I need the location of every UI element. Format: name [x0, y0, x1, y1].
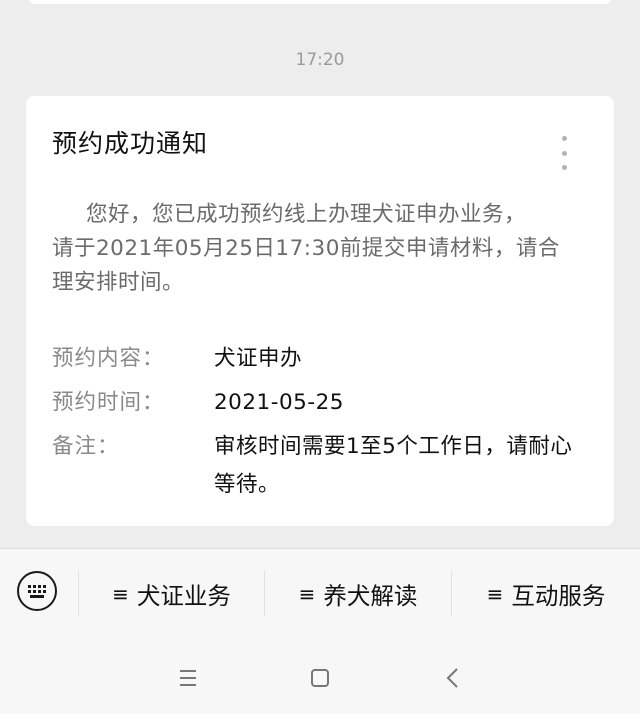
- detail-row-content: 预约内容： 犬证申办: [52, 340, 592, 384]
- detail-value: 2021-05-25: [214, 390, 344, 415]
- detail-value: 审核时间需要1至5个工作日，请耐心等待。: [214, 434, 573, 497]
- detail-row-remark: 备注： 审核时间需要1至5个工作日，请耐心等待。: [52, 428, 592, 497]
- detail-row-time: 预约时间： 2021-05-25: [52, 384, 592, 428]
- card-title: 预约成功通知: [52, 129, 209, 158]
- body-line-1: 您好，您已成功预约线上办理犬证申办业务，: [86, 202, 527, 227]
- menu-hamburger-icon: ≡: [298, 582, 316, 606]
- menu-icon[interactable]: [173, 663, 203, 693]
- notification-card[interactable]: 预约成功通知 您好，您已成功预约线上办理犬证申办业务， 请于2021年05月25…: [26, 96, 614, 526]
- menu-item-label: 互动服务: [511, 582, 606, 610]
- message-timestamp: 17:20: [295, 50, 345, 70]
- detail-label: 备注：: [52, 434, 120, 459]
- home-square-icon[interactable]: [305, 663, 335, 693]
- menu-hamburger-icon: ≡: [112, 582, 129, 606]
- previous-message-card: [28, 0, 612, 4]
- menu-item-label: 养犬解读: [323, 582, 418, 610]
- service-menu-bar: ≡ 犬证业务 ≡ 养犬解读 ≡ 互动服务: [0, 548, 640, 639]
- system-navigation-bar: [0, 639, 640, 714]
- menu-item-label: 犬证业务: [136, 582, 231, 610]
- card-body: 您好，您已成功预约线上办理犬证申办业务， 请于2021年05月25日17:30前…: [52, 198, 592, 300]
- more-vertical-icon[interactable]: [560, 136, 568, 170]
- keyboard-icon[interactable]: [17, 571, 57, 611]
- detail-label: 预约时间：: [52, 390, 165, 415]
- body-line-3: 理安排时间。: [52, 270, 185, 295]
- back-chevron-icon[interactable]: [438, 663, 468, 693]
- detail-value: 犬证申办: [214, 346, 303, 371]
- menu-hamburger-icon: ≡: [486, 582, 504, 606]
- menu-item-interactive-service[interactable]: ≡ 互动服务: [452, 549, 640, 639]
- detail-label: 预约内容：: [52, 346, 165, 371]
- detail-rows: 预约内容： 犬证申办 预约时间： 2021-05-25 备注： 审核时间需要1至…: [52, 340, 592, 497]
- body-line-2: 请于2021年05月25日17:30前提交申请材料，请合: [52, 236, 560, 261]
- chat-screen: 17:20 预约成功通知 您好，您已成功预约线上办理犬证申办业务， 请于2021…: [0, 0, 640, 714]
- menu-item-dog-license[interactable]: ≡ 犬证业务: [79, 549, 264, 639]
- menu-item-dog-policy[interactable]: ≡ 养犬解读: [265, 549, 451, 639]
